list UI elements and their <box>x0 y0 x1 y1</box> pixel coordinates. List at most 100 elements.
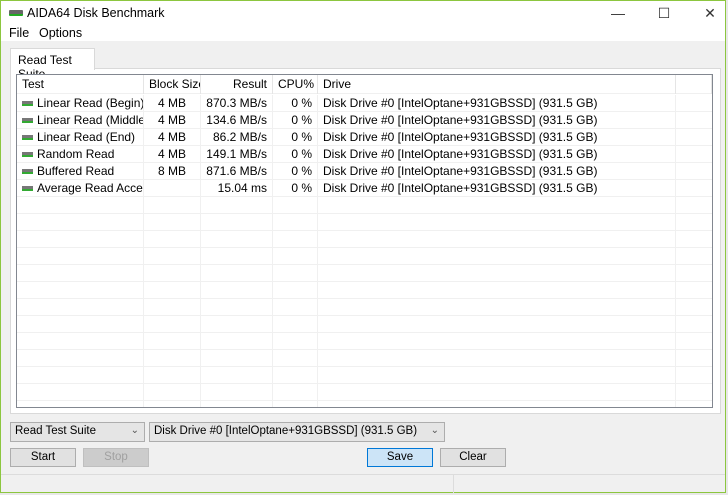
cell-block <box>144 401 201 407</box>
empty-row <box>17 367 712 384</box>
cell-result <box>201 316 273 333</box>
cell-drive <box>318 316 676 333</box>
window-title: AIDA64 Disk Benchmark <box>27 6 165 20</box>
cell-text: 4 MB <box>157 147 186 161</box>
table-row[interactable]: Average Read Access 15.04 ms 0 % Disk Drive… <box>17 180 712 197</box>
start-button[interactable]: Start <box>10 448 76 467</box>
cell-test <box>17 384 144 401</box>
tab-read-test-suite[interactable]: Read Test Suite <box>10 48 95 81</box>
cell-blank <box>676 265 712 282</box>
column-header-drive[interactable]: Drive <box>318 75 676 94</box>
cell-result <box>201 265 273 282</box>
cell-text: 870.3 MB/s <box>206 96 267 110</box>
test-suite-select[interactable]: Read Test Suite ⌄ <box>10 422 145 442</box>
cell-text: 86.2 MB/s <box>212 130 267 144</box>
cell-drive: Disk Drive #0 [IntelOptane+931GBSSD] (93… <box>318 112 676 129</box>
cell-result <box>201 350 273 367</box>
cell-cpu <box>273 401 318 407</box>
drive-select[interactable]: Disk Drive #0 [IntelOptane+931GBSSD] (93… <box>149 422 445 442</box>
cell-result <box>201 282 273 299</box>
cell-test <box>17 282 144 299</box>
cell-text: 0 % <box>291 96 312 110</box>
cell-drive <box>318 248 676 265</box>
cell-text: Linear Read (End) <box>37 130 136 144</box>
cell-blank <box>676 282 712 299</box>
cell-block <box>144 214 201 231</box>
cell-block: 4 MB <box>144 95 201 112</box>
cell-result: 86.2 MB/s <box>201 129 273 146</box>
cell-result: 871.6 MB/s <box>201 163 273 180</box>
column-header-test[interactable]: Test <box>17 75 144 94</box>
cell-test: Buffered Read <box>17 163 144 180</box>
list-header: Test Block Size Result CPU% Drive <box>17 75 712 94</box>
menu-options[interactable]: Options <box>39 26 82 40</box>
cell-drive <box>318 197 676 214</box>
cell-block: 4 MB <box>144 112 201 129</box>
cell-text: Disk Drive #0 [IntelOptane+931GBSSD] (93… <box>323 130 598 144</box>
cell-block <box>144 265 201 282</box>
cell-blank <box>676 197 712 214</box>
empty-row <box>17 282 712 299</box>
cell-text: 4 MB <box>157 113 186 127</box>
column-header-block-size[interactable]: Block Size <box>144 75 201 94</box>
empty-row <box>17 248 712 265</box>
cell-text: Linear Read (Middle) <box>37 113 144 127</box>
cell-drive: Disk Drive #0 [IntelOptane+931GBSSD] (93… <box>318 163 676 180</box>
table-row[interactable]: Buffered Read 8 MB 871.6 MB/s 0 % Disk Drive… <box>17 163 712 180</box>
cell-cpu <box>273 248 318 265</box>
empty-row <box>17 350 712 367</box>
cell-cpu: 0 % <box>273 163 318 180</box>
title-bar: AIDA64 Disk Benchmark — ☐ ✕ <box>1 1 725 25</box>
cell-text: 149.1 MB/s <box>206 147 267 161</box>
column-header-cpu[interactable]: CPU% <box>273 75 318 94</box>
cell-text: 871.6 MB/s <box>206 164 267 178</box>
disk-icon <box>22 101 33 107</box>
cell-blank <box>676 350 712 367</box>
cell-result <box>201 231 273 248</box>
save-button[interactable]: Save <box>367 448 433 467</box>
cell-test <box>17 248 144 265</box>
cell-drive: Disk Drive #0 [IntelOptane+931GBSSD] (93… <box>318 129 676 146</box>
chevron-down-icon: ⌄ <box>430 425 439 436</box>
menu-file[interactable]: File <box>9 26 29 40</box>
cell-drive <box>318 333 676 350</box>
cell-text: Disk Drive #0 [IntelOptane+931GBSSD] (93… <box>323 96 598 110</box>
cell-result: 149.1 MB/s <box>201 146 273 163</box>
cell-result <box>201 384 273 401</box>
cell-drive <box>318 214 676 231</box>
cell-test: Linear Read (Begin) <box>17 95 144 112</box>
cell-blank <box>676 333 712 350</box>
cell-cpu: 0 % <box>273 95 318 112</box>
empty-row <box>17 231 712 248</box>
disk-icon <box>22 118 33 124</box>
cell-cpu <box>273 299 318 316</box>
cell-cpu: 0 % <box>273 180 318 197</box>
cell-blank <box>676 112 712 129</box>
table-row[interactable]: Linear Read (Begin) 4 MB 870.3 MB/s 0 % Disk… <box>17 95 712 112</box>
cell-block <box>144 248 201 265</box>
cell-cpu: 0 % <box>273 129 318 146</box>
table-row[interactable]: Random Read 4 MB 149.1 MB/s 0 % Disk Drive #… <box>17 146 712 163</box>
cell-text: 0 % <box>291 164 312 178</box>
column-header-result[interactable]: Result <box>201 75 273 94</box>
cell-drive <box>318 401 676 407</box>
cell-blank <box>676 129 712 146</box>
close-button[interactable]: ✕ <box>687 1 728 25</box>
table-row[interactable]: Linear Read (End) 4 MB 86.2 MB/s 0 % Disk Dr… <box>17 129 712 146</box>
stop-button[interactable]: Stop <box>83 448 149 467</box>
minimize-button[interactable]: — <box>595 1 641 25</box>
cell-test <box>17 299 144 316</box>
cell-block <box>144 180 201 197</box>
table-row[interactable]: Linear Read (Middle) 4 MB 134.6 MB/s 0 % Dis… <box>17 112 712 129</box>
cell-test: Linear Read (Middle) <box>17 112 144 129</box>
results-list[interactable]: Test Block Size Result CPU% Drive Linear… <box>16 74 713 408</box>
clear-button[interactable]: Clear <box>440 448 506 467</box>
cell-blank <box>676 146 712 163</box>
disk-icon <box>22 152 33 158</box>
cell-block <box>144 333 201 350</box>
maximize-button[interactable]: ☐ <box>641 1 687 25</box>
cell-block <box>144 350 201 367</box>
cell-blank <box>676 95 712 112</box>
cell-result <box>201 299 273 316</box>
disk-app-icon <box>9 10 23 16</box>
